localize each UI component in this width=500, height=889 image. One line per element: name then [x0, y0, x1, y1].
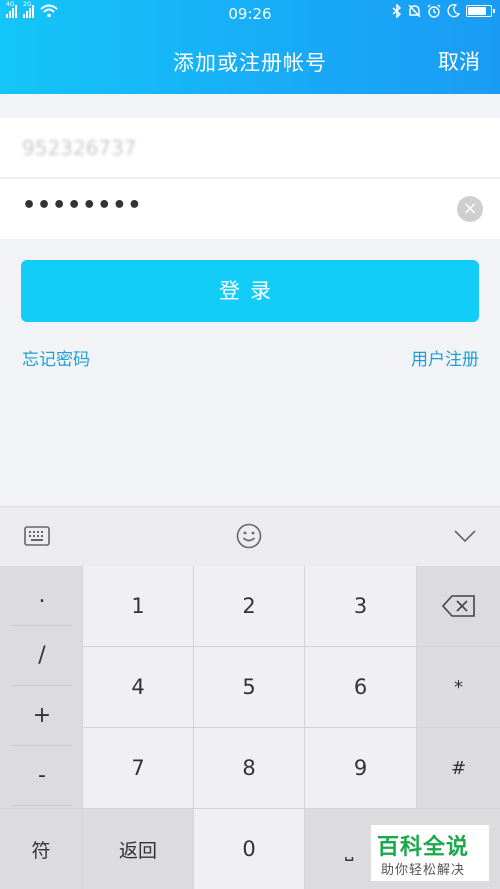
register-link[interactable]: 用户注册 [411, 345, 479, 370]
account-field[interactable]: 952326737 [0, 118, 500, 178]
forgot-password-link[interactable]: 忘记密码 [22, 345, 90, 370]
keyboard-icon[interactable] [24, 526, 50, 546]
key-slash[interactable]: / [12, 626, 72, 686]
key-9[interactable]: 9 [305, 728, 416, 808]
status-bar: 4G 2G 09:26 [0, 0, 500, 26]
password-input[interactable]: •••••••• [22, 193, 143, 218]
status-right [392, 4, 495, 18]
key-hash[interactable]: # [417, 728, 500, 808]
key-dot[interactable]: . [12, 566, 72, 626]
watermark-logo: 百科全说 助你轻松解决 [370, 824, 490, 882]
battery-fill [468, 7, 486, 15]
key-asterisk[interactable]: * [417, 647, 500, 727]
cancel-button[interactable]: 取消 [438, 46, 480, 76]
clear-password-button[interactable]: × [457, 196, 483, 222]
alarm-icon [427, 4, 441, 18]
key-0[interactable]: 0 [194, 809, 304, 889]
back-key[interactable]: 返回 [83, 809, 193, 889]
key-4[interactable]: 4 [83, 647, 193, 727]
key-1[interactable]: 1 [83, 566, 193, 646]
watermark-title: 百科全说 [377, 835, 470, 860]
keyboard-toolbar [0, 506, 500, 566]
key-8[interactable]: 8 [194, 728, 304, 808]
space-icon: ⎵ [345, 836, 354, 861]
key-plus[interactable]: + [12, 686, 72, 746]
moon-icon [447, 4, 460, 18]
symbols-key[interactable]: 符 [0, 809, 82, 889]
key-minus[interactable]: - [12, 746, 72, 806]
collapse-keyboard-icon[interactable] [453, 529, 477, 543]
account-input[interactable]: 952326737 [22, 136, 137, 160]
battery-icon [466, 5, 495, 17]
page-title: 添加或注册帐号 [173, 51, 327, 75]
key-5[interactable]: 5 [194, 647, 304, 727]
key-6[interactable]: 6 [305, 647, 416, 727]
login-button[interactable]: 登录 [21, 260, 479, 322]
key-7[interactable]: 7 [83, 728, 193, 808]
silent-bell-icon [408, 4, 421, 18]
key-2[interactable]: 2 [194, 566, 304, 646]
password-field[interactable]: •••••••• × [0, 179, 500, 239]
key-3[interactable]: 3 [305, 566, 416, 646]
bluetooth-icon [392, 4, 402, 18]
app-header: 4G 2G 09:26 添加或注册帐号 取消 [0, 0, 500, 94]
emoji-icon[interactable] [236, 523, 262, 549]
backspace-button[interactable] [417, 566, 500, 646]
symbol-column: . / + - [0, 566, 82, 808]
watermark-subtitle: 助你轻松解决 [381, 863, 466, 878]
backspace-icon [441, 595, 475, 617]
